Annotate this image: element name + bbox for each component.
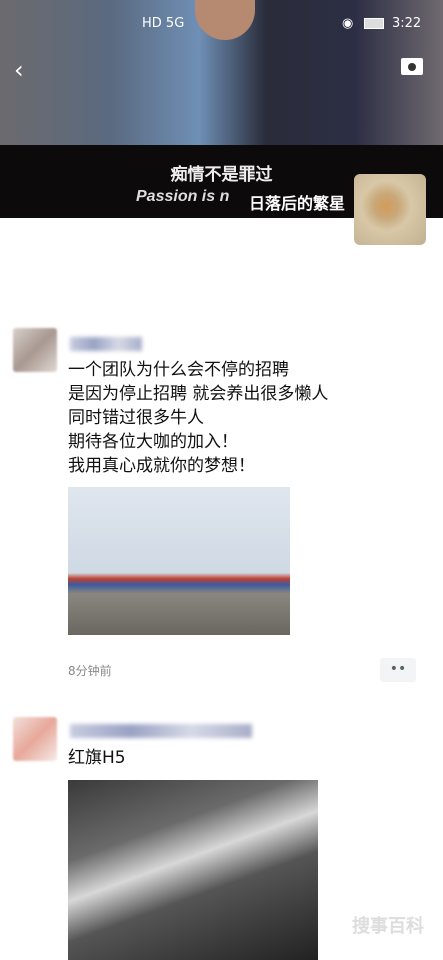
clock: 3:22 bbox=[392, 16, 422, 31]
eye-icon: ◉ bbox=[342, 16, 354, 31]
post-text-line: 我用真心成就你的梦想！ bbox=[68, 456, 255, 476]
post-text-line: 同时错过很多牛人 bbox=[68, 408, 204, 428]
post-text: 红旗H5 bbox=[68, 748, 126, 768]
post-photo[interactable] bbox=[68, 487, 290, 635]
post-text-line: 一个团队为什么会不停的招聘 bbox=[68, 360, 289, 380]
cover-subtitle-en: Passion is n bbox=[136, 188, 230, 205]
post-author[interactable] bbox=[70, 724, 252, 738]
post-text-line: 期待各位大咖的加入！ bbox=[68, 432, 238, 452]
battery-icon bbox=[364, 18, 384, 29]
post-video-thumbnail[interactable] bbox=[68, 780, 318, 960]
my-avatar[interactable] bbox=[354, 174, 426, 245]
post-author[interactable] bbox=[70, 337, 142, 351]
network-indicator: HD 5G bbox=[142, 16, 185, 31]
watermark: 搜事百科 bbox=[352, 916, 424, 937]
my-nickname: 日落后的繁星 bbox=[248, 194, 345, 213]
post-avatar[interactable] bbox=[13, 328, 57, 372]
post-avatar[interactable] bbox=[13, 717, 57, 761]
camera-icon[interactable] bbox=[401, 58, 423, 75]
more-button[interactable]: •• bbox=[380, 658, 416, 682]
back-button[interactable]: ‹ bbox=[14, 56, 24, 84]
post-time: 8分钟前 bbox=[68, 664, 112, 678]
chevron-left-icon: ‹ bbox=[14, 56, 24, 84]
post-text-line: 是因为停止招聘 就会养出很多懒人 bbox=[68, 384, 329, 404]
cover-face bbox=[195, 0, 255, 40]
